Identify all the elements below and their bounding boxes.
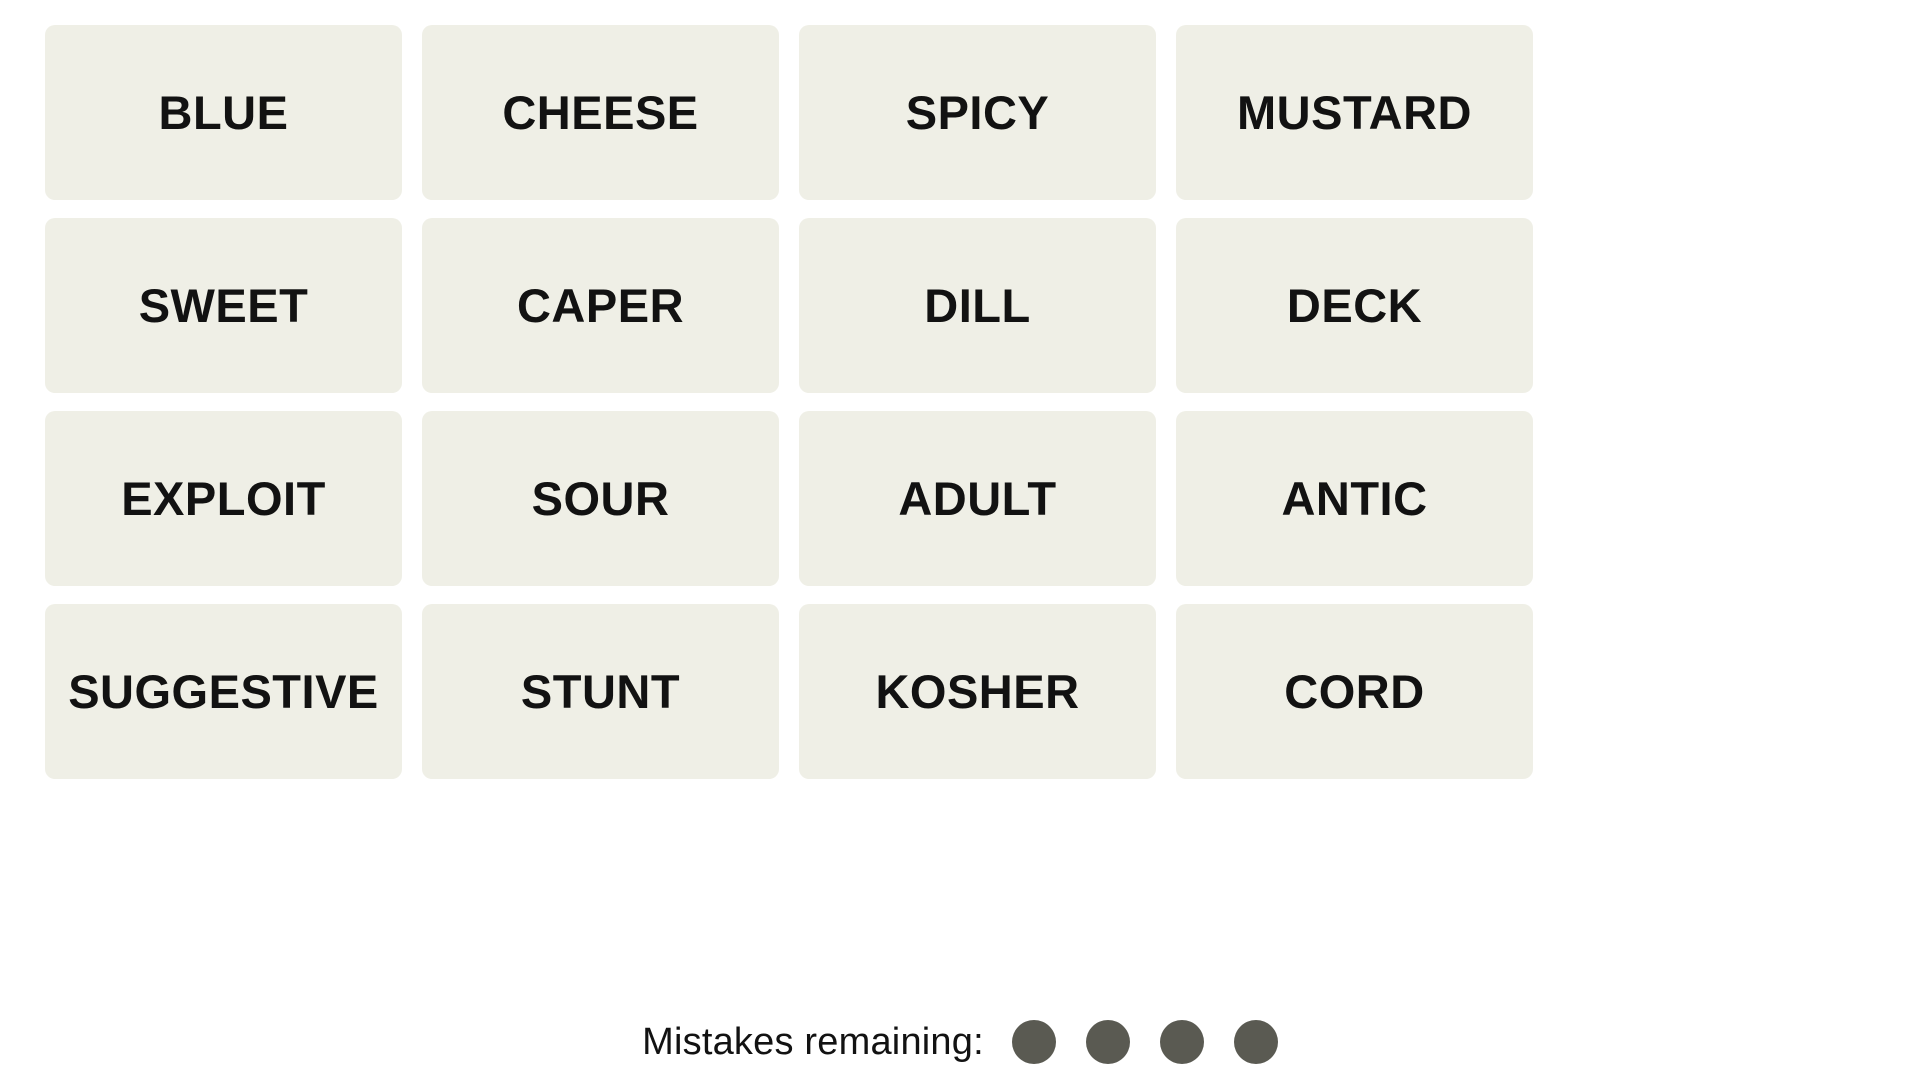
word-tile-cord[interactable]: CORD [1176,604,1533,779]
word-tile-label: STUNT [520,665,681,718]
word-tile-suggestive[interactable]: SUGGESTIVE [45,604,402,779]
word-tile-antic[interactable]: ANTIC [1176,411,1533,586]
mistakes-remaining-row: Mistakes remaining: [0,1012,1920,1072]
connections-game-board: BLUE CHEESE SPICY MUSTARD SWEET CAPER DI… [0,0,1920,1080]
word-tile-label: KOSHER [875,665,1080,718]
word-tile-label: DECK [1286,279,1423,332]
word-tile-grid: BLUE CHEESE SPICY MUSTARD SWEET CAPER DI… [45,25,1900,779]
word-tile-label: CORD [1284,665,1425,718]
word-tile-label: MUSTARD [1237,86,1472,139]
word-tile-label: SPICY [905,86,1050,139]
word-tile-label: CAPER [516,279,685,332]
word-tile-label: ADULT [898,472,1057,525]
mistake-dot-icon [1159,1020,1204,1064]
word-tile-label: ANTIC [1281,472,1428,525]
word-tile-label: EXPLOIT [121,472,326,525]
word-tile-sour[interactable]: SOUR [422,411,779,586]
mistake-dot-icon [1233,1020,1278,1064]
word-tile-label: CHEESE [502,86,699,139]
word-tile-dill[interactable]: DILL [799,218,1156,393]
word-tile-exploit[interactable]: EXPLOIT [45,411,402,586]
word-tile-mustard[interactable]: MUSTARD [1176,25,1533,200]
mistake-dot-icon [1085,1020,1130,1064]
word-tile-label: SWEET [138,279,309,332]
word-tile-spicy[interactable]: SPICY [799,25,1156,200]
word-tile-label: BLUE [158,86,289,139]
word-tile-cheese[interactable]: CHEESE [422,25,779,200]
mistakes-remaining-dots [1011,1020,1278,1064]
word-tile-deck[interactable]: DECK [1176,218,1533,393]
word-tile-blue[interactable]: BLUE [45,25,402,200]
word-tile-label: SOUR [531,472,670,525]
word-tile-label: DILL [924,279,1031,332]
word-tile-caper[interactable]: CAPER [422,218,779,393]
word-tile-stunt[interactable]: STUNT [422,604,779,779]
word-tile-sweet[interactable]: SWEET [45,218,402,393]
mistake-dot-icon [1011,1020,1056,1064]
word-tile-adult[interactable]: ADULT [799,411,1156,586]
word-tile-kosher[interactable]: KOSHER [799,604,1156,779]
mistakes-remaining-label: Mistakes remaining: [642,1020,984,1063]
word-tile-label: SUGGESTIVE [68,665,379,718]
